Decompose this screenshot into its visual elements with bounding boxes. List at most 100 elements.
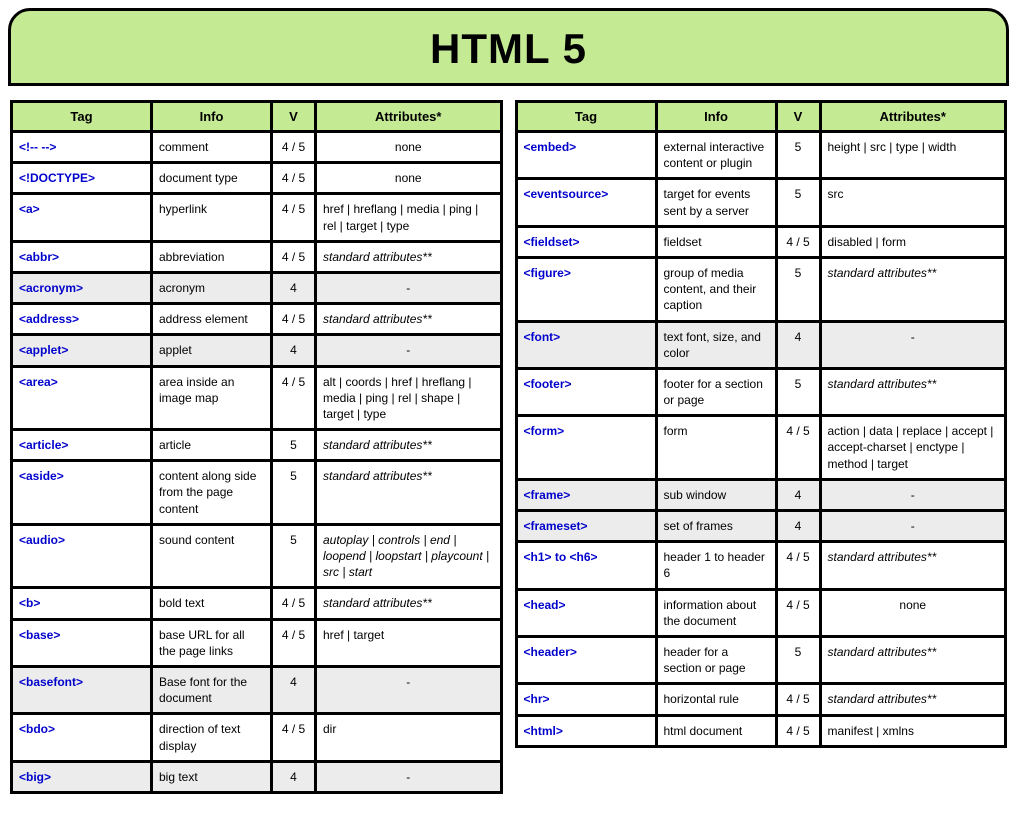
version-cell: 4 / 5	[273, 243, 317, 274]
tag-cell: <!-- -->	[13, 133, 153, 164]
tag-cell: <area>	[13, 368, 153, 432]
info-cell: address element	[153, 305, 273, 336]
attributes-cell: standard attributes**	[822, 685, 1005, 716]
info-cell: bold text	[153, 589, 273, 620]
table-row: <address>address element4 / 5standard at…	[13, 305, 500, 336]
tag-cell: <b>	[13, 589, 153, 620]
version-cell: 5	[273, 431, 317, 462]
tag-cell: <!DOCTYPE>	[13, 164, 153, 195]
version-cell: 4 / 5	[273, 305, 317, 336]
table-row: <frameset>set of frames4-	[518, 512, 1005, 543]
attributes-cell: standard attributes**	[822, 543, 1005, 590]
table-row: <footer>footer for a section or page5sta…	[518, 370, 1005, 417]
version-cell: 4	[778, 323, 822, 370]
attributes-cell: -	[317, 336, 500, 367]
tag-cell: <h1> to <h6>	[518, 543, 658, 590]
info-cell: hyperlink	[153, 195, 273, 242]
col-tag: Tag	[518, 100, 658, 133]
version-cell: 5	[778, 638, 822, 685]
tag-cell: <frameset>	[518, 512, 658, 543]
table-row: <figure>group of media content, and thei…	[518, 259, 1005, 323]
info-cell: header 1 to header 6	[658, 543, 778, 590]
version-cell: 4 / 5	[778, 717, 822, 745]
attributes-cell: autoplay | controls | end | loopend | lo…	[317, 526, 500, 590]
table-row: <aside>content along side from the page …	[13, 462, 500, 526]
table-row: <!-- -->comment4 / 5none	[13, 133, 500, 164]
attributes-cell: src	[822, 180, 1005, 227]
attributes-cell: manifest | xmlns	[822, 717, 1005, 745]
attributes-cell: dir	[317, 715, 500, 762]
version-cell: 5	[273, 462, 317, 526]
version-cell: 4	[778, 512, 822, 543]
version-cell: 4	[778, 481, 822, 512]
table-row: <acronym>acronym4-	[13, 274, 500, 305]
info-cell: article	[153, 431, 273, 462]
version-cell: 5	[778, 370, 822, 417]
table-row: <audio>sound content5autoplay | controls…	[13, 526, 500, 590]
col-tag: Tag	[13, 100, 153, 133]
info-cell: acronym	[153, 274, 273, 305]
table-row: <eventsource>target for events sent by a…	[518, 180, 1005, 227]
tag-cell: <audio>	[13, 526, 153, 590]
info-cell: text font, size, and color	[658, 323, 778, 370]
info-cell: information about the document	[658, 591, 778, 638]
info-cell: area inside an image map	[153, 368, 273, 432]
version-cell: 4 / 5	[273, 164, 317, 195]
tag-cell: <html>	[518, 717, 658, 745]
attributes-cell: standard attributes**	[317, 431, 500, 462]
tag-cell: <footer>	[518, 370, 658, 417]
tag-cell: <bdo>	[13, 715, 153, 762]
attributes-cell: standard attributes**	[317, 589, 500, 620]
attributes-cell: none	[822, 591, 1005, 638]
tag-cell: <head>	[518, 591, 658, 638]
info-cell: external interactive content or plugin	[658, 133, 778, 180]
col-attrs: Attributes*	[317, 100, 500, 133]
version-cell: 4 / 5	[778, 417, 822, 481]
attributes-cell: disabled | form	[822, 228, 1005, 259]
col-info: Info	[658, 100, 778, 133]
tag-cell: <form>	[518, 417, 658, 481]
tag-cell: <basefont>	[13, 668, 153, 715]
table-row: <!DOCTYPE>document type4 / 5none	[13, 164, 500, 195]
info-cell: base URL for all the page links	[153, 621, 273, 668]
attributes-cell: -	[317, 274, 500, 305]
table-row: <basefont>Base font for the document4-	[13, 668, 500, 715]
table-row: <bdo>direction of text display4 / 5dir	[13, 715, 500, 762]
col-v: V	[273, 100, 317, 133]
attributes-cell: standard attributes**	[317, 243, 500, 274]
tag-cell: <article>	[13, 431, 153, 462]
table-row: <frame>sub window4-	[518, 481, 1005, 512]
version-cell: 4 / 5	[778, 685, 822, 716]
tag-cell: <header>	[518, 638, 658, 685]
table-row: <form>form4 / 5action | data | replace |…	[518, 417, 1005, 481]
version-cell: 4	[273, 336, 317, 367]
version-cell: 4	[273, 274, 317, 305]
attributes-cell: action | data | replace | accept | accep…	[822, 417, 1005, 481]
info-cell: horizontal rule	[658, 685, 778, 716]
columns: Tag Info V Attributes* <!-- -->comment4 …	[0, 100, 1017, 794]
version-cell: 4 / 5	[273, 133, 317, 164]
tag-cell: <applet>	[13, 336, 153, 367]
version-cell: 4	[273, 763, 317, 791]
tag-cell: <embed>	[518, 133, 658, 180]
attributes-cell: standard attributes**	[822, 638, 1005, 685]
version-cell: 4 / 5	[273, 368, 317, 432]
version-cell: 5	[778, 133, 822, 180]
info-cell: target for events sent by a server	[658, 180, 778, 227]
table-row: <html>html document4 / 5manifest | xmlns	[518, 717, 1005, 745]
table-row: <hr>horizontal rule4 / 5standard attribu…	[518, 685, 1005, 716]
table-row: <a>hyperlink4 / 5href | hreflang | media…	[13, 195, 500, 242]
version-cell: 5	[778, 180, 822, 227]
info-cell: content along side from the page content	[153, 462, 273, 526]
info-cell: set of frames	[658, 512, 778, 543]
version-cell: 5	[273, 526, 317, 590]
table-row: <big>big text4-	[13, 763, 500, 791]
attributes-cell: standard attributes**	[822, 370, 1005, 417]
tag-cell: <big>	[13, 763, 153, 791]
col-info: Info	[153, 100, 273, 133]
left-column: Tag Info V Attributes* <!-- -->comment4 …	[10, 100, 503, 794]
attributes-cell: -	[822, 512, 1005, 543]
attributes-cell: -	[822, 481, 1005, 512]
table-row: <article>article5standard attributes**	[13, 431, 500, 462]
table-row: <applet>applet4-	[13, 336, 500, 367]
